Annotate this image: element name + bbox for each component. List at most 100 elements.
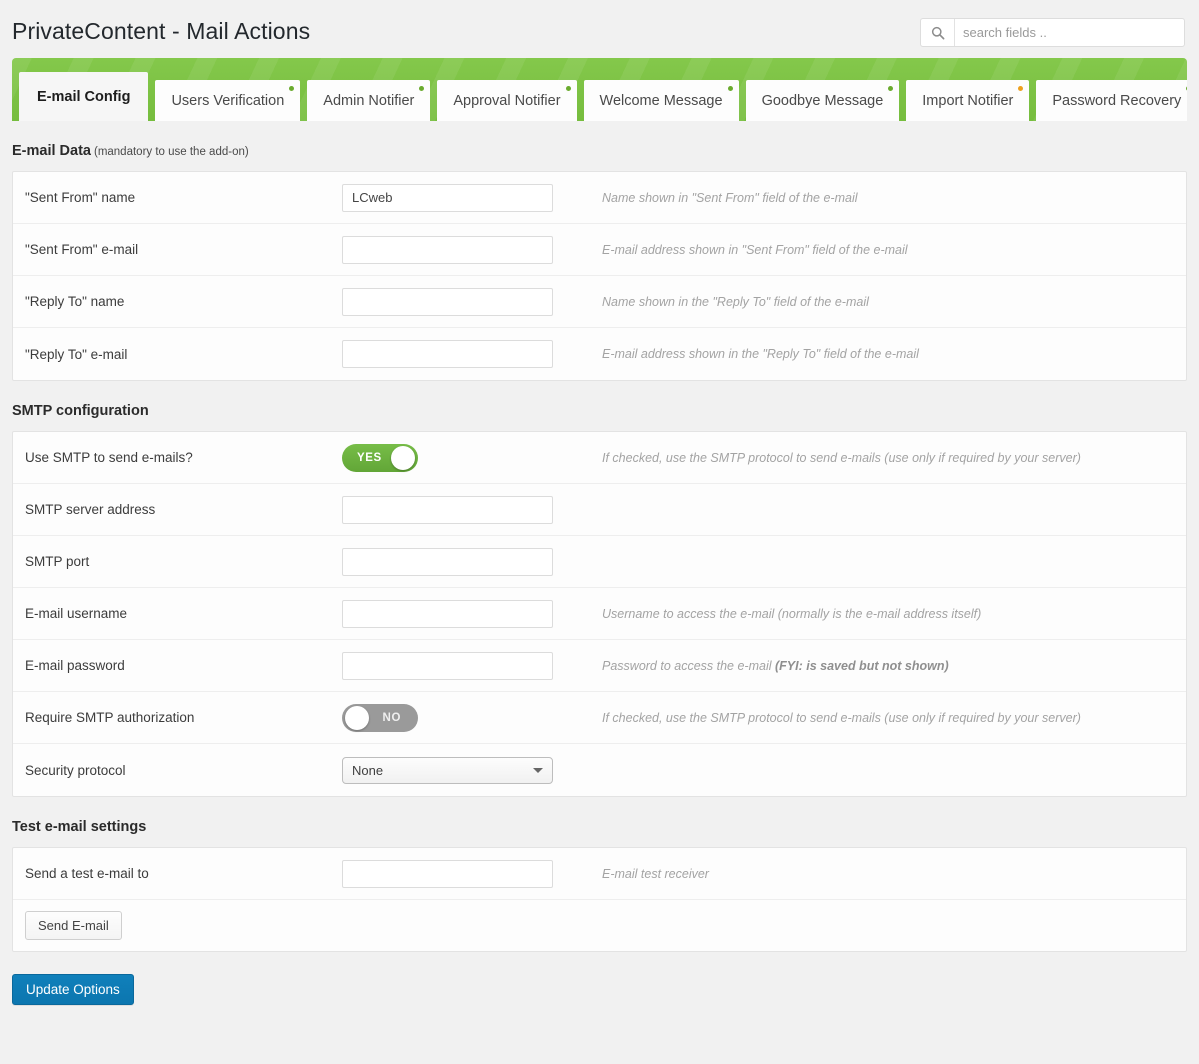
- section-title: E-mail Data (mandatory to use the add-on): [12, 143, 1187, 159]
- settings-row-control: [342, 859, 602, 888]
- page-title: PrivateContent - Mail Actions: [12, 18, 311, 44]
- settings-row-label: SMTP server address: [25, 502, 156, 517]
- section-title: Test e-mail settings: [12, 819, 1187, 835]
- settings-row-label: Security protocol: [25, 762, 126, 778]
- settings-row-label: E-mail password: [25, 658, 125, 673]
- section-title: SMTP configuration: [12, 403, 1187, 419]
- search-input[interactable]: [955, 19, 1184, 46]
- toggle-switch[interactable]: YES: [342, 443, 418, 472]
- text-input[interactable]: [342, 495, 553, 524]
- toggle-knob: [391, 445, 415, 470]
- settings-row-control: NO: [342, 703, 602, 732]
- search-icon: [921, 19, 955, 46]
- settings-row-description: Name shown in the "Reply To" field of th…: [602, 294, 869, 309]
- tab-status-dot-green: [419, 86, 425, 91]
- settings-row-description: E-mail address shown in the "Reply To" f…: [602, 347, 919, 361]
- settings-row-control: None: [342, 756, 602, 784]
- toggle-knob: [345, 705, 369, 730]
- section-title-text: SMTP configuration: [12, 403, 149, 419]
- settings-row-control: [342, 599, 602, 628]
- settings-row: "Reply To" name Name shown in the "Reply …: [13, 276, 1186, 328]
- tab-label: Users Verification: [171, 92, 285, 109]
- tab-users-verification[interactable]: Users Verification: [155, 80, 301, 121]
- tab-approval-notifier[interactable]: Approval Notifier: [437, 80, 577, 121]
- settings-row-control: [342, 547, 602, 576]
- section-title-text: E-mail Data: [12, 143, 91, 159]
- tab-label: Welcome Message: [599, 92, 723, 109]
- text-input[interactable]: [342, 235, 553, 264]
- settings-row: Send a test e-mail to E-mail test receive…: [13, 848, 1186, 900]
- text-input[interactable]: [342, 340, 553, 368]
- settings-row: E-mail password Password to access the e-…: [13, 640, 1186, 692]
- section-title-text: Test e-mail settings: [12, 819, 147, 835]
- settings-row-control: [342, 651, 602, 680]
- tab-password-recovery[interactable]: Password Recovery: [1036, 80, 1187, 121]
- tab-admin-notifier[interactable]: Admin Notifier: [307, 80, 431, 121]
- settings-table: Send a test e-mail to E-mail test receive…: [12, 847, 1187, 952]
- settings-row-label: "Reply To" e-mail: [25, 346, 128, 362]
- settings-row: SMTP server address: [13, 484, 1186, 536]
- toggle-switch[interactable]: NO: [342, 703, 418, 732]
- toggle-label: YES: [357, 451, 382, 464]
- send-email-button[interactable]: Send E-mail: [25, 911, 122, 940]
- tab-bar: E-mail Config Users Verification Admin Not…: [12, 58, 1187, 121]
- text-input[interactable]: [342, 547, 553, 576]
- select-value: None: [352, 762, 384, 778]
- tab-e-mail-config[interactable]: E-mail Config: [19, 72, 149, 121]
- tab-status-dot-green: [565, 86, 571, 91]
- settings-row-control: [342, 287, 602, 316]
- security-protocol-select[interactable]: None: [342, 756, 553, 784]
- text-input[interactable]: [342, 651, 553, 680]
- settings-row-label: "Reply To" name: [25, 294, 125, 309]
- search-fields-box[interactable]: [920, 18, 1185, 47]
- tab-welcome-message[interactable]: Welcome Message: [583, 80, 739, 121]
- settings-row-control: [342, 183, 602, 212]
- description-text: Password to access the e-mail: [602, 658, 775, 673]
- settings-row-label: Send a test e-mail to: [25, 866, 149, 881]
- settings-row-description: Username to access the e-mail (normally …: [602, 606, 982, 621]
- settings-row-control: [342, 235, 602, 264]
- text-input[interactable]: [342, 599, 553, 628]
- settings-row-description: Name shown in "Sent From" field of the e…: [602, 190, 858, 205]
- page-header: PrivateContent - Mail Actions: [0, 0, 1199, 58]
- settings-row-description: E-mail address shown in "Sent From" fiel…: [602, 242, 908, 257]
- tab-label: Goodbye Message: [761, 92, 884, 109]
- description-emphasis: (FYI: is saved but not shown): [775, 658, 949, 673]
- settings-row-description: If checked, use the SMTP protocol to sen…: [602, 450, 1081, 465]
- settings-row-label: E-mail username: [25, 606, 128, 621]
- settings-row: "Sent From" name Name shown in "Sent From…: [13, 172, 1186, 224]
- settings-row-label: "Sent From" e-mail: [25, 242, 139, 257]
- settings-row: Send E-mail: [13, 900, 1186, 951]
- tab-status-dot-green: [1186, 86, 1187, 91]
- settings-row: "Reply To" e-mail E-mail address shown in…: [13, 328, 1186, 380]
- tab-status-dot-green: [888, 86, 894, 91]
- settings-row-label: Require SMTP authorization: [25, 710, 195, 725]
- update-options-button[interactable]: Update Options: [12, 974, 134, 1005]
- text-input[interactable]: [342, 287, 553, 316]
- admin-page: PrivateContent - Mail Actions E-mail Con…: [0, 0, 1199, 1064]
- settings-row-control: YES: [342, 443, 602, 472]
- text-input[interactable]: [342, 859, 553, 888]
- text-input[interactable]: [342, 183, 553, 212]
- tab-status-dot-orange: [1018, 86, 1024, 91]
- section-subtitle-text: (mandatory to use the add-on): [93, 146, 249, 158]
- settings-table: "Sent From" name Name shown in "Sent From…: [12, 171, 1187, 381]
- settings-row-description: Password to access the e-mail (FYI: is s…: [602, 659, 1186, 673]
- tab-label: Import Notifier: [922, 92, 1014, 109]
- settings-row: SMTP port: [13, 536, 1186, 588]
- settings-row-label: Use SMTP to send e-mails?: [25, 450, 193, 465]
- tab-import-notifier[interactable]: Import Notifier: [906, 80, 1030, 121]
- toggle-label: NO: [382, 711, 401, 724]
- settings-row: Use SMTP to send e-mails? YES If checked, …: [13, 432, 1186, 484]
- tab-label: Password Recovery: [1052, 92, 1182, 109]
- settings-row-description: E-mail test receiver: [602, 866, 709, 881]
- settings-row-control: [342, 495, 602, 524]
- tab-goodbye-message[interactable]: Goodbye Message: [745, 80, 900, 121]
- chevron-down-icon: [533, 768, 543, 773]
- tab-label: E-mail Config: [37, 88, 131, 105]
- settings-table: Use SMTP to send e-mails? YES If checked, …: [12, 431, 1187, 797]
- settings-row: "Sent From" e-mail E-mail address shown i…: [13, 224, 1186, 276]
- settings-content: E-mail Data (mandatory to use the add-on)…: [0, 143, 1199, 952]
- settings-row-description: If checked, use the SMTP protocol to sen…: [602, 710, 1081, 725]
- settings-row-label: "Sent From" name: [25, 190, 136, 205]
